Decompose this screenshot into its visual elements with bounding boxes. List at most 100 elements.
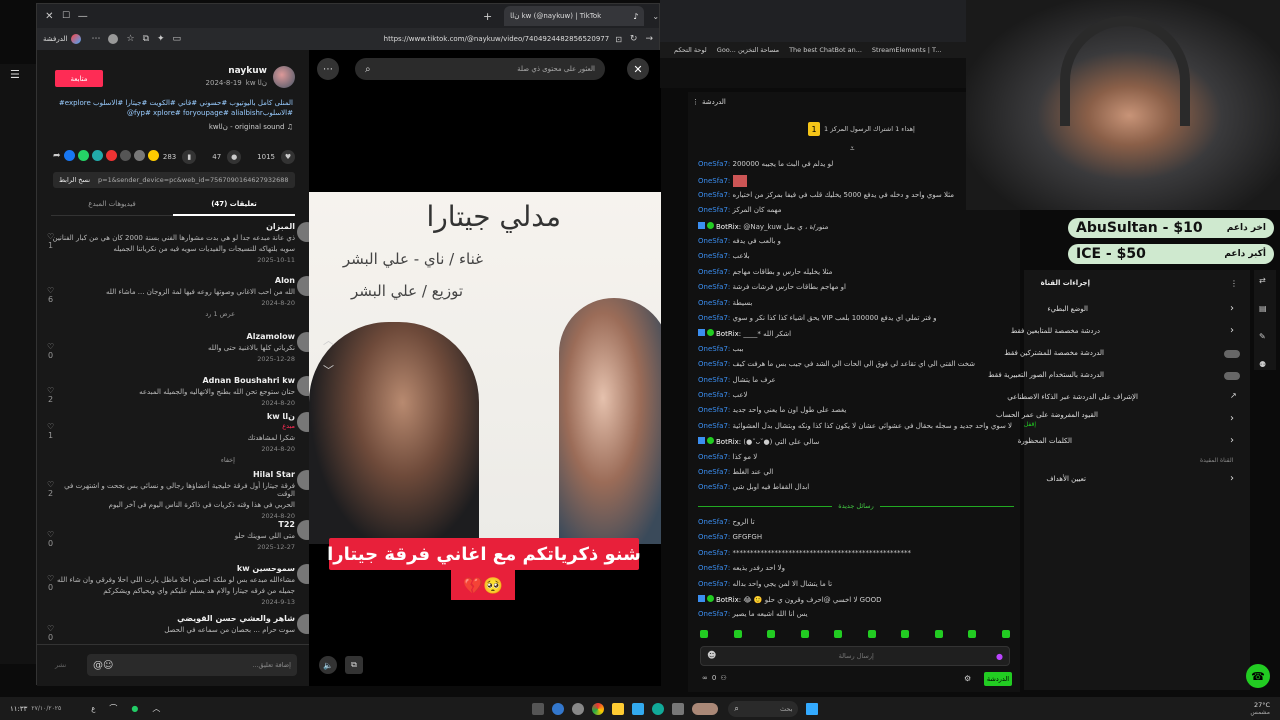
comment-author[interactable]: Alon [49, 276, 295, 285]
start-icon[interactable] [806, 702, 819, 715]
comment-icon[interactable]: ● [227, 150, 242, 164]
setting-ai-moderation[interactable]: الإشراف على الدردشة عبر الذكاء الاصطناعي [1007, 393, 1138, 401]
comment-author[interactable]: Hilal Star [49, 470, 295, 479]
emote-icon[interactable] [934, 630, 943, 638]
chat-username[interactable]: OneSfa7: [698, 345, 730, 353]
chevron-up-icon[interactable]: ︿ [323, 332, 334, 348]
bookmark-0[interactable]: لوحة التحكم [674, 46, 707, 54]
favorites-icon[interactable]: ☆ [126, 34, 134, 44]
app-icon-5[interactable] [692, 702, 719, 715]
comment-author[interactable]: سموحسين kw [49, 564, 295, 573]
link-icon[interactable]: ∞ [702, 674, 708, 682]
chat-username[interactable]: OneSfa7: [698, 376, 730, 384]
bookmark-3[interactable]: StreamElements | T... [872, 46, 942, 54]
replies-toggle[interactable]: إخفاء [49, 456, 235, 464]
chat-username[interactable]: OneSfa7: [698, 237, 730, 245]
chat-username[interactable]: OneSfa7: [698, 391, 730, 399]
chat-username[interactable]: BotRix: [716, 596, 741, 604]
toggle-emotes-only[interactable] [1224, 372, 1240, 380]
chevron-right-icon[interactable]: › [1230, 413, 1234, 424]
tray-chevron-icon[interactable]: ︿ [152, 703, 160, 714]
setting-goals[interactable]: تعيين الأهداف [1046, 475, 1086, 483]
extensions-icon[interactable]: ✦ [157, 34, 165, 44]
snapchat-icon[interactable] [147, 150, 159, 161]
emote-icon[interactable] [867, 630, 876, 638]
weather[interactable]: 27°C مشمس [1250, 701, 1270, 716]
tab-list-icon[interactable]: ⌄ [652, 12, 659, 21]
setting-account-age[interactable]: القيود المفروضة على عمر الحساب [996, 411, 1098, 419]
collections-icon[interactable]: ⧉ [143, 34, 149, 44]
toggle-subscribers-only[interactable] [1224, 350, 1240, 358]
more-options-icon[interactable]: ⋯ [317, 58, 339, 80]
chevron-down-icon[interactable]: ﹀ [323, 362, 334, 378]
taskbar-search[interactable]: ⌕ بحث [728, 700, 799, 717]
telegram-icon[interactable] [91, 150, 103, 161]
post-comment-button[interactable]: نشر [55, 661, 66, 669]
bookmark-icon[interactable]: ▮ [182, 150, 197, 164]
setting-subscribers-only[interactable]: الدردشة مخصصة للمشتركين فقط [1004, 349, 1104, 357]
chevron-right-icon[interactable]: › [1230, 473, 1234, 484]
profile-icon[interactable] [71, 34, 82, 44]
chat-header-dots[interactable]: ⋮ [692, 98, 699, 106]
chat-username[interactable]: OneSfa7: [698, 252, 730, 260]
replies-toggle[interactable]: عرض 1 رد [49, 310, 235, 318]
emote-icon[interactable] [733, 630, 742, 638]
emoji-picker-icon[interactable]: ☻ [707, 651, 716, 661]
forward-icon[interactable]: → [645, 34, 653, 44]
mic-tray-icon[interactable]: ● [131, 704, 138, 713]
chat-username[interactable]: OneSfa7: [698, 453, 730, 461]
mention-icon[interactable]: @ [93, 660, 103, 671]
chat-username[interactable]: OneSfa7: [698, 533, 730, 541]
sound-row[interactable]: ♫ original sound - ﻥﺍﺎkw [209, 123, 293, 131]
tab-creator-videos[interactable]: فيديوهات المبدع [51, 200, 173, 216]
author-name[interactable]: naykuw [228, 66, 267, 76]
emoji-icon[interactable]: ☺ [103, 660, 113, 671]
chat-username[interactable]: BotRix: [716, 330, 741, 338]
chrome-icon[interactable] [592, 702, 605, 715]
emote-icon[interactable] [700, 630, 708, 638]
comment-like[interactable]: ♡ 0 [47, 530, 54, 548]
chat-username[interactable]: OneSfa7: [698, 468, 730, 476]
chat-username[interactable]: BotRix: [716, 438, 741, 446]
setting-banned-words[interactable]: الكلمات المحظورة [1018, 437, 1072, 445]
swap-icon[interactable]: ⇄ [1259, 276, 1266, 285]
users-icon[interactable]: ⚇ [720, 674, 726, 682]
chat-username[interactable]: OneSfa7: [698, 268, 730, 276]
comment-author[interactable]: شاهر والعشي حسن القويضي [49, 614, 295, 623]
comment-like[interactable]: ♡ 6 [47, 286, 54, 304]
comment-input[interactable]: إضافة تعليق... [119, 661, 291, 669]
chat-username[interactable]: OneSfa7: [698, 406, 730, 414]
chat-username[interactable]: OneSfa7: [698, 299, 730, 307]
chat-settings-icon[interactable]: ⚙ [964, 674, 971, 683]
emote-icon[interactable] [800, 630, 809, 638]
facebook-icon[interactable] [63, 150, 75, 161]
comment-like[interactable]: ♡ 2 [47, 386, 54, 404]
app-icon-1[interactable] [532, 702, 545, 715]
menu-dots-icon[interactable]: ⋯ [91, 34, 100, 44]
chat-username[interactable]: OneSfa7: [698, 422, 730, 430]
setting-emotes-only[interactable]: الدردشة بالستخدام الصور التعبيرية فقط [988, 371, 1104, 379]
emote-icon[interactable] [834, 630, 843, 638]
refresh-icon[interactable]: ↻ [630, 34, 638, 44]
chat-username[interactable]: OneSfa7: [698, 483, 730, 491]
sidebar-icon[interactable]: ▭ [173, 34, 182, 44]
floating-chat-button[interactable]: ☎ [1246, 664, 1270, 688]
app-icon-3[interactable] [572, 702, 585, 715]
chat-username[interactable]: OneSfa7: [698, 360, 730, 368]
people-icon[interactable]: ⚉ [1259, 360, 1266, 369]
settings-dots-icon[interactable]: ⋮ [1230, 279, 1238, 288]
chat-username[interactable]: OneSfa7: [698, 283, 730, 291]
chat-username[interactable]: OneSfa7: [698, 564, 730, 572]
tab-comments[interactable]: تعليقات (47) [173, 200, 295, 216]
follow-button[interactable]: متابعة [55, 70, 103, 87]
maximize-icon[interactable]: ☐ [58, 11, 75, 21]
emote-icon[interactable] [968, 630, 977, 638]
comment-like[interactable]: ♡ 1 [47, 232, 54, 250]
wifi-icon[interactable]: ⌒ [109, 703, 117, 714]
whatsapp-icon[interactable] [77, 150, 89, 161]
chat-username[interactable]: OneSfa7: [698, 314, 730, 322]
chevron-right-icon[interactable]: › [1230, 325, 1234, 336]
chevron-right-icon[interactable]: › [1230, 303, 1234, 314]
comment-like[interactable]: ♡ 2 [47, 480, 54, 498]
comment-author[interactable]: T22 [49, 520, 295, 529]
